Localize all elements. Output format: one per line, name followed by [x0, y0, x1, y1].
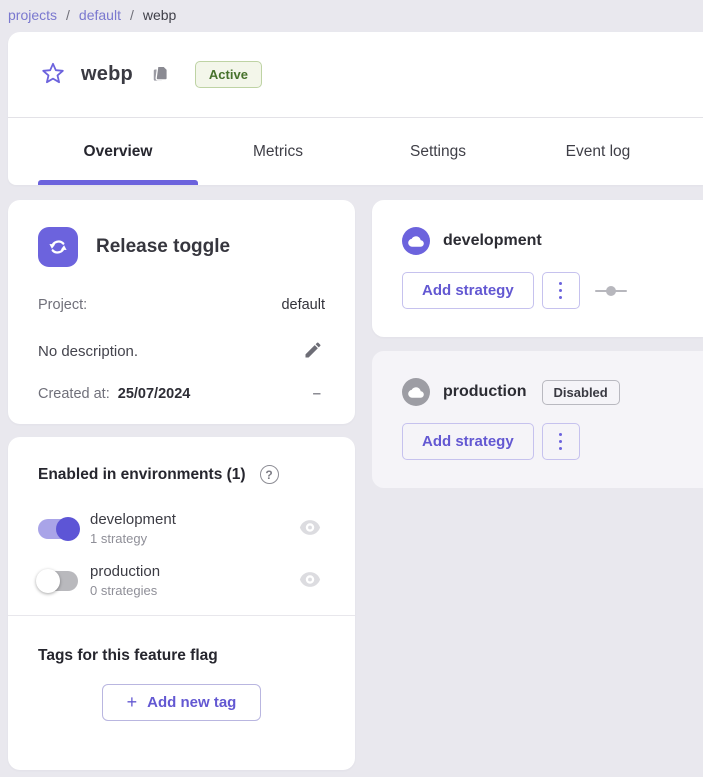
add-new-tag-button[interactable]: + Add new tag [102, 684, 262, 721]
help-icon[interactable]: ? [260, 465, 279, 484]
created-label: Created at: [38, 386, 110, 402]
tab-bar: Overview Metrics Settings Event log [8, 118, 703, 185]
breadcrumb-separator: / [130, 7, 134, 23]
breadcrumb-projects-link[interactable]: projects [8, 7, 57, 23]
disabled-badge: Disabled [542, 380, 620, 405]
favorite-button[interactable] [40, 62, 66, 88]
tags-panel: Tags for this feature flag + Add new tag [8, 616, 355, 721]
description-row: No description. [38, 339, 325, 363]
project-value: default [281, 297, 325, 313]
tab-overview[interactable]: Overview [38, 118, 198, 185]
environments-panel-card: Enabled in environments (1) ? developmen… [8, 437, 355, 770]
project-row: Project: default [38, 297, 325, 313]
kebab-icon [559, 433, 563, 437]
eye-icon [299, 520, 321, 538]
toggle-knob [56, 517, 80, 541]
preview-environment-button[interactable] [297, 519, 323, 539]
environment-strategy-count: 1 strategy [90, 531, 297, 546]
kebab-icon [559, 282, 563, 286]
breadcrumb-separator: / [66, 7, 70, 23]
tab-metrics[interactable]: Metrics [198, 118, 358, 185]
breadcrumb: projects / default / webp [8, 0, 176, 30]
breadcrumb-default-link[interactable]: default [79, 7, 121, 23]
environment-strategy-count: 0 strategies [90, 583, 297, 598]
environment-name: development [90, 511, 297, 528]
created-row: Created at: 25/07/2024 – [38, 385, 325, 402]
eye-icon [299, 572, 321, 590]
add-new-tag-label: Add new tag [147, 694, 236, 711]
main-content: Release toggle Project: default No descr… [8, 200, 703, 777]
environment-card-production: production Disabled Add strategy [372, 351, 703, 488]
page-title: webp [81, 63, 133, 86]
environment-row-development: development 1 strategy [38, 511, 325, 546]
copy-name-button[interactable] [150, 64, 172, 86]
preview-environment-button[interactable] [297, 571, 323, 591]
flag-details-card: Release toggle Project: default No descr… [8, 200, 355, 424]
created-value: 25/07/2024 [118, 386, 191, 402]
commit-icon [595, 285, 627, 297]
environment-row-production: production 0 strategies [38, 563, 325, 598]
cloud-icon [402, 227, 430, 255]
status-badge: Active [195, 61, 262, 88]
add-strategy-button[interactable]: Add strategy [402, 423, 534, 460]
stale-indicator: – [313, 385, 325, 402]
environment-card-name: development [443, 232, 542, 250]
right-column: development Add strategy [372, 200, 703, 777]
tab-settings[interactable]: Settings [358, 118, 518, 185]
project-label: Project: [38, 297, 87, 313]
development-toggle[interactable] [38, 519, 78, 539]
toggle-knob [36, 569, 60, 593]
copy-icon [151, 64, 170, 86]
description-text: No description. [38, 343, 138, 360]
tab-event-log[interactable]: Event log [518, 118, 678, 185]
environment-card-development: development Add strategy [372, 200, 703, 337]
production-toggle[interactable] [38, 571, 78, 591]
environment-name: production [90, 563, 297, 580]
flag-type-title: Release toggle [96, 236, 230, 258]
pencil-icon [303, 340, 323, 363]
edit-description-button[interactable] [301, 339, 325, 363]
left-column: Release toggle Project: default No descr… [8, 200, 355, 777]
cloud-icon [402, 378, 430, 406]
star-icon [41, 61, 65, 88]
feature-title-row: webp Active [8, 32, 703, 117]
feature-header-card: webp Active Overview Metrics Settings Ev… [8, 32, 703, 185]
tags-title: Tags for this feature flag [38, 647, 325, 665]
flag-type-row: Release toggle [38, 227, 325, 267]
release-toggle-icon [38, 227, 78, 267]
environment-menu-button[interactable] [542, 272, 580, 309]
environment-menu-button[interactable] [542, 423, 580, 460]
environment-card-name: production [443, 383, 527, 401]
enabled-environments-title: Enabled in environments (1) [38, 466, 246, 484]
breadcrumb-current: webp [143, 7, 176, 23]
plus-icon: + [127, 692, 138, 713]
add-strategy-button[interactable]: Add strategy [402, 272, 534, 309]
